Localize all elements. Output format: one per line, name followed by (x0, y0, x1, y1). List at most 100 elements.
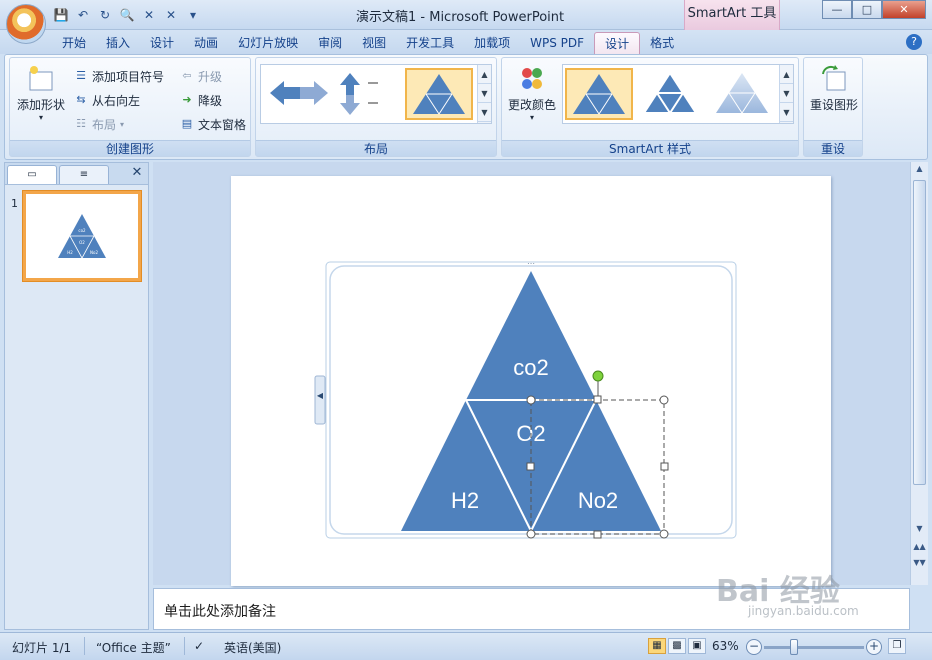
scroll-up-icon[interactable]: ▲ (478, 65, 491, 84)
vertical-scrollbar[interactable]: ▲ ▼ ▲▲ ▼▼ (910, 162, 928, 585)
zoom-out-button[interactable]: − (746, 639, 762, 655)
slide-thumbnail[interactable]: co2 O2 H2 No2 (23, 191, 141, 281)
slideshow-button[interactable]: ▣ (688, 638, 706, 654)
resize-handle[interactable] (659, 529, 669, 539)
style-gallery-scroll[interactable]: ▲ ▼ ▼ (779, 65, 793, 123)
demote-button[interactable]: ➜ 降级 (180, 90, 222, 110)
resize-handle[interactable] (593, 530, 602, 539)
customize-qat-icon[interactable]: ▾ (184, 6, 202, 24)
left-arrow-icon: ⇦ (182, 69, 192, 82)
layout-label: 布局 (92, 117, 117, 132)
fit-to-window-button[interactable]: ❐ (888, 638, 906, 654)
scroll-up-icon[interactable]: ▲ (780, 65, 793, 84)
thumb-label: O2 (79, 240, 85, 245)
close-pane-icon[interactable]: ✕ (129, 165, 145, 181)
tab-3[interactable]: 动画 (184, 32, 228, 54)
undo-icon[interactable]: ↶ (74, 6, 92, 24)
shape-co2[interactable] (466, 271, 596, 400)
tab-9[interactable]: WPS PDF (520, 32, 594, 54)
group-label-layouts: 布局 (256, 140, 496, 156)
scroll-thumb[interactable] (913, 180, 926, 485)
layout-option-arrows[interactable] (265, 68, 333, 120)
theme-name: “Office 主题” (96, 641, 171, 655)
redo-icon[interactable]: ↻ (96, 6, 114, 24)
tab-0[interactable]: 开始 (52, 32, 96, 54)
previous-slide-icon[interactable]: ▲▲ (913, 542, 926, 551)
style-option-gradient[interactable] (709, 68, 777, 120)
thumb-label: H2 (67, 250, 73, 255)
add-bullet-button[interactable]: ☰ 添加项目符号 (74, 66, 164, 86)
style-option-outlined[interactable] (637, 68, 705, 120)
change-colors-label: 更改颜色 (507, 98, 556, 112)
scroll-down-icon[interactable]: ▼ (478, 84, 491, 103)
resize-handle[interactable] (526, 395, 536, 405)
tab-slides[interactable]: ▭ (7, 165, 57, 184)
frame-handle-icon[interactable]: ⋯ (527, 259, 535, 268)
tab-1[interactable]: 插入 (96, 32, 140, 54)
gallery-more-icon[interactable]: ▼ (478, 103, 491, 122)
tab-11[interactable]: 格式 (640, 32, 684, 54)
maximize-button[interactable]: □ (852, 0, 882, 19)
tab-4[interactable]: 幻灯片放映 (228, 32, 308, 54)
tab-10[interactable]: 设计 (594, 32, 641, 54)
save-icon[interactable]: 💾 (52, 6, 70, 24)
slide-info: 幻灯片 1/1 (12, 641, 72, 655)
bullet-list-icon: ☰ (76, 69, 86, 82)
style-gallery: ▲ ▼ ▼ (562, 64, 794, 124)
add-shape-button[interactable]: 添加形状 ▾ (14, 64, 68, 122)
next-slide-icon[interactable]: ▼▼ (913, 558, 926, 567)
spell-check-icon[interactable]: ✓ (194, 639, 204, 653)
tab-6[interactable]: 视图 (352, 32, 396, 54)
resize-handle[interactable] (593, 395, 602, 404)
resize-handle[interactable] (660, 462, 669, 471)
help-icon[interactable]: ? (906, 34, 922, 50)
zoom-slider[interactable] (764, 646, 864, 649)
group-create-graphic: 添加形状 ▾ ☰ 添加项目符号 ⇆ 从右向左 ☷ 布局 ▾ ⇦ 升级 ➜ 降级 … (9, 57, 251, 157)
layout-gallery-scroll[interactable]: ▲ ▼ ▼ (477, 65, 491, 123)
text-pane-button[interactable]: ▤ 文本窗格 (180, 114, 246, 134)
close-doc-icon[interactable]: ✕ (140, 6, 158, 24)
rotation-handle[interactable] (592, 370, 604, 382)
gallery-more-icon[interactable]: ▼ (780, 103, 793, 122)
shape-label: No2 (578, 488, 618, 513)
scroll-down-icon[interactable]: ▼ (913, 524, 926, 533)
tab-2[interactable]: 设计 (140, 32, 184, 54)
normal-view-button[interactable]: ▦ (648, 638, 666, 654)
change-colors-button[interactable]: 更改颜色 ▾ (506, 64, 558, 122)
close-button[interactable]: ✕ (882, 0, 926, 19)
tab-7[interactable]: 开发工具 (396, 32, 464, 54)
style-option-flat[interactable] (565, 68, 633, 120)
layout-button[interactable]: ☷ 布局 ▾ (74, 114, 124, 134)
swap-arrows-icon: ⇆ (76, 93, 86, 106)
print-preview-icon[interactable]: 🔍 (118, 6, 136, 24)
office-button[interactable] (6, 4, 46, 44)
slideshow-icon: ▣ (692, 640, 702, 651)
right-to-left-button[interactable]: ⇆ 从右向左 (74, 90, 140, 110)
reset-graphic-button[interactable]: 重设图形 (806, 64, 862, 113)
slide-sorter-button[interactable]: ▩ (668, 638, 686, 654)
group-label-reset: 重设 (804, 140, 862, 156)
language[interactable]: 英语(美国) (224, 639, 281, 656)
layout-option-updown[interactable] (335, 68, 403, 120)
scroll-up-icon[interactable]: ▲ (913, 164, 926, 173)
tab-5[interactable]: 审阅 (308, 32, 352, 54)
slide-canvas[interactable]: ⋯ ◀ co2 O2 H2 No2 (231, 176, 831, 586)
zoom-in-button[interactable]: + (866, 639, 882, 655)
zoom-knob[interactable] (790, 639, 798, 655)
resize-handle[interactable] (659, 395, 669, 405)
resize-handle[interactable] (526, 529, 536, 539)
thumb-label: co2 (78, 228, 86, 233)
scroll-down-icon[interactable]: ▼ (780, 84, 793, 103)
zoom-level[interactable]: 63% (712, 639, 739, 653)
smartart-graphic[interactable]: ⋯ ◀ co2 O2 H2 No2 (231, 176, 831, 586)
text-pane-toggle[interactable] (314, 375, 326, 425)
promote-label: 升级 (198, 69, 223, 84)
promote-button[interactable]: ⇦ 升级 (180, 66, 222, 86)
minimize-button[interactable]: — (822, 0, 852, 19)
resize-handle[interactable] (526, 462, 535, 471)
text-pane-label: 文本窗格 (198, 117, 247, 132)
tab-outline[interactable]: ≡ (59, 165, 109, 184)
tab-8[interactable]: 加载项 (464, 32, 520, 54)
layout-option-triangle[interactable] (405, 68, 473, 120)
close-doc-icon[interactable]: ✕ (162, 6, 180, 24)
